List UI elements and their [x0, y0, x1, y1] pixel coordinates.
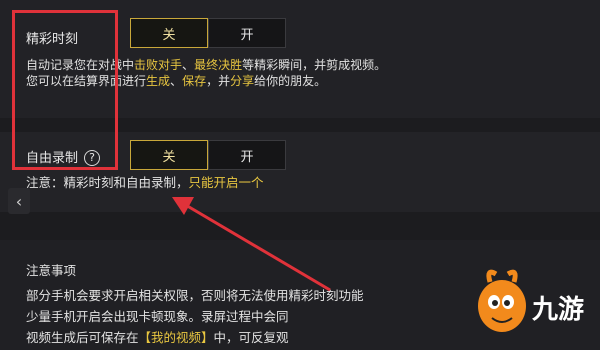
logo-text: 九游	[531, 295, 584, 325]
jiuyou-logo: 九游	[478, 269, 584, 332]
